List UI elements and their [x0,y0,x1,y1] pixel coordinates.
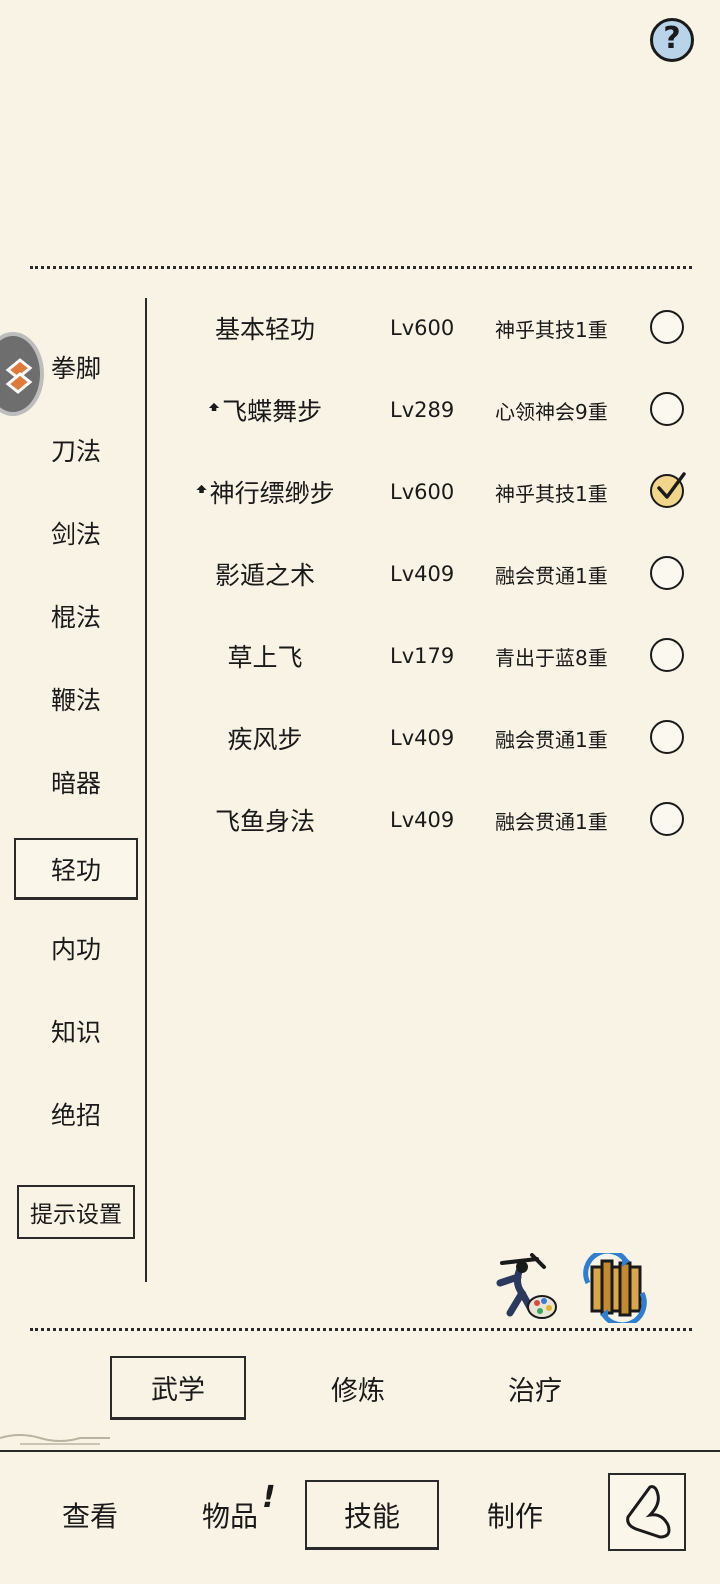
subtab-label: 修炼 [331,1375,385,1407]
nav-label: 物品 [201,1500,258,1533]
skill-row[interactable]: 影遁之术 Lv409 融会贯通1重 [170,544,700,604]
subtab-zhiliao[interactable]: 治疗 [467,1356,603,1420]
category-label: 轻功 [50,855,101,885]
back-arrow-icon [626,1485,671,1539]
skill-realm: 融会贯通1重 [495,563,608,588]
nav-divider [0,1450,720,1452]
nav-label: 技能 [343,1499,400,1533]
category-label: 棍法 [50,603,101,632]
martial-artist-palette-icon[interactable] [492,1253,562,1327]
category-label: 知识 [50,1018,101,1047]
nav-label: 制作 [486,1500,543,1533]
skill-name-cell: 🠹 神行缥缈步 [170,462,360,522]
subtab-xiulian[interactable]: 修炼 [290,1356,426,1420]
skill-level: Lv409 [390,726,455,750]
category-gunfa[interactable]: 棍法 [14,585,138,647]
category-juezhao[interactable]: 绝招 [14,1083,138,1145]
subtab-label: 武学 [151,1375,205,1406]
skill-level: Lv409 [390,808,455,832]
skill-realm: 神乎其技1重 [495,317,608,342]
skill-realm: 融会贯通1重 [495,727,608,752]
nav-label: 查看 [61,1500,118,1533]
skill-level: Lv179 [390,644,455,668]
skill-level: Lv409 [390,562,455,586]
category-label: 内功 [50,935,101,964]
scroll-swap-icon[interactable] [580,1248,650,1328]
top-divider [30,266,692,269]
category-label: 绝招 [50,1101,101,1130]
category-label: 鞭法 [50,686,101,715]
skill-select-radio[interactable] [650,472,686,508]
nav-jineng[interactable]: 技能 [305,1480,439,1550]
bottom-divider [30,1328,692,1331]
skill-name: 飞鱼身法 [214,807,315,836]
category-label: 暗器 [50,769,101,798]
skill-realm: 青出于蓝8重 [495,645,608,670]
nav-zhizuo[interactable]: 制作 [475,1480,555,1550]
sidebar-divider [145,298,147,1282]
skill-select-radio[interactable] [650,392,684,426]
skill-name: 神行缥缈步 [209,479,335,508]
hint-settings-button[interactable]: 提示设置 [17,1185,135,1239]
skill-row[interactable]: 🠹 飞蝶舞步 Lv289 心领神会9重 [170,380,700,440]
category-zhishi[interactable]: 知识 [14,1000,138,1062]
skill-row[interactable]: 草上飞 Lv179 青出于蓝8重 [170,626,700,686]
nav-chakan[interactable]: 查看 [45,1480,135,1550]
skill-level: Lv600 [390,316,455,340]
upgrade-arrow-icon: 🠹 [195,477,208,501]
skill-realm: 神乎其技1重 [495,481,608,506]
category-label: 刀法 [50,437,101,466]
skill-row[interactable]: 飞鱼身法 Lv409 融会贯通1重 [170,790,700,850]
skill-name: 飞蝶舞步 [222,397,323,426]
skill-level: Lv600 [390,480,455,504]
skill-name: 草上飞 [227,643,303,672]
category-anqi[interactable]: 暗器 [14,751,138,813]
hint-settings-label: 提示设置 [30,1202,122,1228]
category-quanjiao[interactable]: 拳脚 [14,336,138,398]
question-icon: ? [663,21,681,56]
skill-select-radio[interactable] [650,802,684,836]
category-daofa[interactable]: 刀法 [14,419,138,481]
decorative-wave [0,1434,110,1445]
skill-select-radio[interactable] [650,720,684,754]
category-qinggong[interactable]: 轻功 [14,838,138,900]
skill-level: Lv289 [390,398,455,422]
category-neigong[interactable]: 内功 [14,917,138,979]
subtab-label: 治疗 [508,1375,562,1407]
skill-row[interactable]: 基本轻功 Lv600 神乎其技1重 [170,298,700,358]
nav-wupin[interactable]: 物品 [190,1480,270,1550]
skill-name: 基本轻功 [214,315,315,344]
alert-badge: ! [262,1480,276,1515]
skill-row[interactable]: 疾风步 Lv409 融会贯通1重 [170,708,700,768]
category-jianfa[interactable]: 剑法 [14,502,138,564]
subtab-wuxue[interactable]: 武学 [110,1356,246,1420]
category-label: 拳脚 [50,354,101,383]
help-button[interactable]: ? [650,18,694,62]
skill-name: 影遁之术 [214,561,315,590]
skill-row[interactable]: 🠹 神行缥缈步 Lv600 神乎其技1重 [170,462,700,522]
upgrade-arrow-icon: 🠹 [207,395,221,419]
checkmark-icon [657,472,686,499]
skill-realm: 融会贯通1重 [495,809,608,834]
skill-realm: 心领神会9重 [495,399,608,424]
skill-select-radio[interactable] [650,310,684,344]
skill-name-cell: 🠹 飞蝶舞步 [170,380,360,440]
skill-name: 疾风步 [227,725,303,754]
skill-select-radio[interactable] [650,638,684,672]
category-label: 剑法 [50,520,101,549]
skill-select-radio[interactable] [650,556,684,590]
back-button[interactable] [608,1473,686,1551]
category-bianfa[interactable]: 鞭法 [14,668,138,730]
